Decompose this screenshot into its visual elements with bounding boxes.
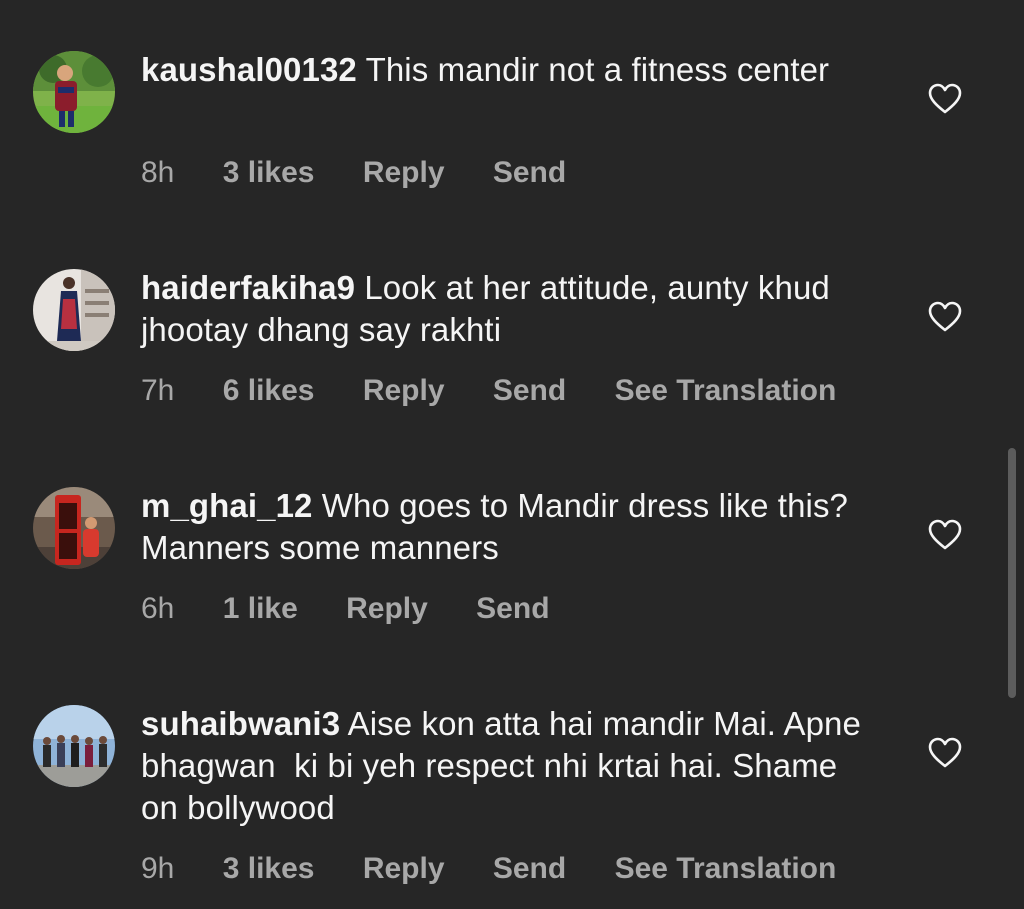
- avatar[interactable]: [33, 705, 115, 787]
- comment-timestamp: 9h: [141, 852, 175, 885]
- send-button[interactable]: Send: [476, 591, 549, 627]
- reply-button[interactable]: Reply: [346, 591, 428, 627]
- heart-outline-icon[interactable]: [928, 519, 962, 551]
- comment-timestamp: 7h: [141, 374, 175, 407]
- see-translation-button[interactable]: See Translation: [615, 851, 837, 887]
- comment-body: haiderfakiha9 Look at her attitude, aunt…: [141, 267, 871, 351]
- avatar[interactable]: [33, 487, 115, 569]
- comment-actions: 8h 3 likes Reply Send: [141, 155, 606, 191]
- scrollbar[interactable]: [1008, 448, 1016, 698]
- reply-button[interactable]: Reply: [363, 155, 445, 191]
- avatar[interactable]: [33, 269, 115, 351]
- comment-likes-count[interactable]: 3 likes: [223, 851, 315, 887]
- reply-button[interactable]: Reply: [363, 851, 445, 887]
- comment-body: suhaibwani3 Aise kon atta hai mandir Mai…: [141, 703, 871, 829]
- heart-outline-icon[interactable]: [928, 301, 962, 333]
- comment-body: kaushal00132 This mandir not a fitness c…: [141, 49, 871, 91]
- comment-body: m_ghai_12 Who goes to Mandir dress like …: [141, 485, 871, 569]
- comment-text: This mandir not a fitness center: [365, 51, 830, 88]
- send-button[interactable]: Send: [493, 851, 566, 887]
- send-button[interactable]: Send: [493, 373, 566, 409]
- comment-actions: 9h 3 likes Reply Send See Translation: [141, 851, 876, 887]
- see-translation-button[interactable]: See Translation: [615, 373, 837, 409]
- comment-username[interactable]: kaushal00132: [141, 51, 357, 88]
- heart-outline-icon[interactable]: [928, 83, 962, 115]
- send-button[interactable]: Send: [493, 155, 566, 191]
- comment-username[interactable]: suhaibwani3: [141, 705, 340, 742]
- comment-actions: 6h 1 like Reply Send: [141, 591, 590, 627]
- comment-likes-count[interactable]: 3 likes: [223, 155, 315, 191]
- avatar[interactable]: [33, 51, 115, 133]
- comment-likes-count[interactable]: 1 like: [223, 591, 298, 627]
- comment-username[interactable]: haiderfakiha9: [141, 269, 355, 306]
- comment-likes-count[interactable]: 6 likes: [223, 373, 315, 409]
- comment-actions: 7h 6 likes Reply Send See Translation: [141, 373, 876, 409]
- reply-button[interactable]: Reply: [363, 373, 445, 409]
- heart-outline-icon[interactable]: [928, 737, 962, 769]
- comment-timestamp: 8h: [141, 156, 175, 189]
- comment-username[interactable]: m_ghai_12: [141, 487, 313, 524]
- comment-timestamp: 6h: [141, 592, 175, 625]
